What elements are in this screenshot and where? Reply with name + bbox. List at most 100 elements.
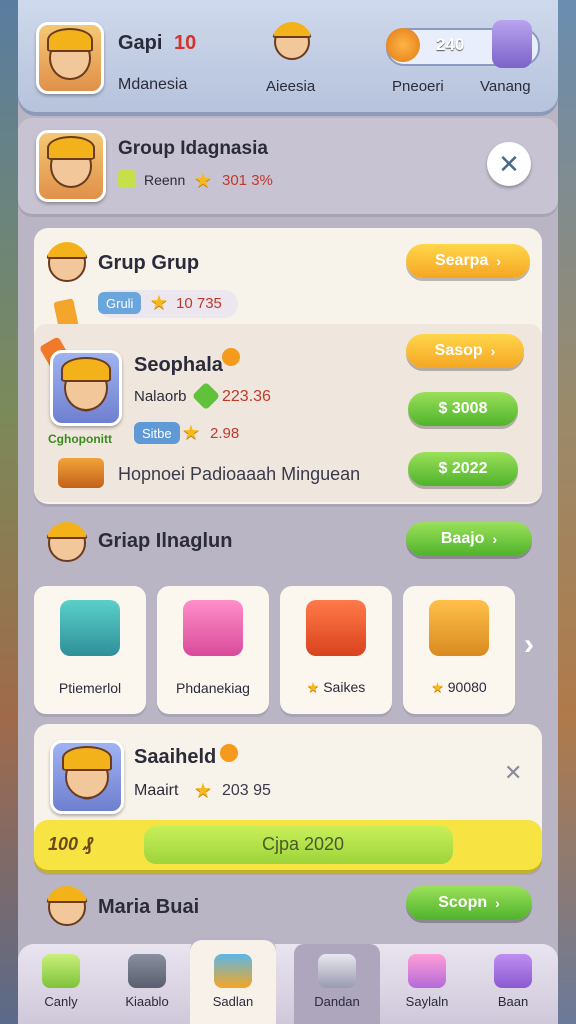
close-icon: ✕ bbox=[498, 148, 520, 179]
star-icon: ★ bbox=[306, 679, 320, 695]
chevron-right-icon: › bbox=[496, 253, 502, 269]
nav-item-gift[interactable]: Saylaln bbox=[384, 944, 470, 1024]
wallet-icon bbox=[58, 458, 104, 488]
shop-tile-1[interactable]: Ptiemerlol bbox=[34, 586, 146, 714]
shop-chest-icon bbox=[214, 954, 252, 988]
nav-label: Saylaln bbox=[405, 994, 449, 1009]
star-icon: ★ bbox=[194, 780, 212, 802]
member-price-button[interactable]: $ 3008 bbox=[408, 392, 518, 426]
nav-label: Sadlan bbox=[212, 994, 254, 1009]
tile-label-text: Saikes bbox=[323, 679, 366, 695]
bottom-nav: Canly Kiaablo Sadlan Dandan Saylaln Baan bbox=[18, 940, 558, 1024]
tile-label: ★ Saikes bbox=[280, 679, 392, 696]
tile-label: ★ 90080 bbox=[403, 679, 515, 696]
coin-icon bbox=[386, 28, 420, 62]
footer-name: Maria Buai bbox=[98, 896, 200, 918]
member-tag: Sitbe bbox=[134, 422, 180, 444]
present-icon bbox=[306, 600, 366, 656]
center-avatar-icon[interactable] bbox=[272, 22, 312, 62]
nav-label: Baan bbox=[497, 994, 529, 1009]
monster-icon[interactable] bbox=[492, 20, 532, 68]
group-card-title: Grup Grup bbox=[98, 252, 200, 274]
book-icon bbox=[494, 954, 532, 988]
shop-tile-4[interactable]: ★ 90080 bbox=[403, 586, 515, 714]
search-button[interactable]: Searpa › bbox=[406, 244, 530, 278]
nav-item-camera[interactable]: Dandan bbox=[294, 944, 380, 1024]
currency-value: 240 bbox=[436, 35, 465, 54]
info-icon bbox=[220, 744, 238, 762]
section-title: Griap Ilnaglun bbox=[98, 530, 233, 552]
badge-icon bbox=[118, 170, 136, 188]
star-icon: ★ bbox=[182, 422, 200, 444]
nav-item-book[interactable]: Baan bbox=[470, 944, 556, 1024]
progress-text: Cjpa 2020 bbox=[262, 834, 345, 854]
group-tag: Gruli bbox=[98, 292, 142, 314]
center-label: Aieesia bbox=[266, 78, 316, 95]
tile-label: Ptiemerlol bbox=[58, 680, 122, 696]
player-avatar[interactable] bbox=[36, 22, 104, 94]
player-face-icon bbox=[46, 28, 94, 80]
footer-button-label: Scopn bbox=[438, 894, 488, 911]
member-face-icon bbox=[61, 356, 111, 412]
section-button-label: Baajo bbox=[440, 530, 485, 547]
saved-value: 203 95 bbox=[222, 782, 271, 799]
right-label-1: Pneoeri bbox=[392, 78, 444, 95]
member-footer: Hopnoei Padioaaah Minguean bbox=[118, 464, 361, 484]
star-icon: ★ bbox=[194, 170, 212, 192]
player-region: Mdanesia bbox=[118, 76, 188, 93]
gift-box-icon bbox=[183, 600, 243, 656]
member-top-button-label: Sasop bbox=[434, 342, 483, 359]
treasure-basket-icon bbox=[429, 600, 489, 656]
scroll-right-icon[interactable]: › bbox=[524, 628, 534, 662]
shop-tile-3[interactable]: ★ Saikes bbox=[280, 586, 392, 714]
star-icon: ★ bbox=[150, 292, 168, 314]
group-header-title: Group Idagnasia bbox=[118, 138, 268, 159]
footer-button[interactable]: Scopn › bbox=[406, 886, 532, 920]
tile-label-text: 90080 bbox=[447, 679, 487, 695]
group-header-sub: Reenn bbox=[144, 172, 186, 188]
tile-label: Phdanekiag bbox=[176, 680, 250, 696]
info-icon bbox=[222, 348, 240, 366]
camera-icon bbox=[318, 954, 356, 988]
chevron-right-icon: › bbox=[490, 343, 496, 359]
search-button-label: Searpa bbox=[434, 252, 489, 269]
member-price-button-2[interactable]: $ 2022 bbox=[408, 452, 518, 486]
nav-label: Kiaablo bbox=[125, 994, 169, 1009]
group-avatar[interactable] bbox=[36, 130, 106, 202]
section-avatar-icon bbox=[46, 522, 88, 564]
chevron-right-icon: › bbox=[495, 895, 500, 911]
shop-tile-2[interactable]: Phdanekiag bbox=[157, 586, 269, 714]
member-caption: Cghoponitt bbox=[48, 432, 112, 446]
close-button[interactable]: ✕ bbox=[487, 142, 531, 186]
nav-label: Dandan bbox=[314, 994, 360, 1009]
member-label-1: Nalaorb bbox=[134, 388, 187, 405]
nav-item-house[interactable]: Kiaablo bbox=[104, 944, 190, 1024]
house-icon bbox=[128, 954, 166, 988]
dismiss-icon[interactable]: ✕ bbox=[504, 760, 522, 786]
gift-icon bbox=[408, 954, 446, 988]
saved-face-icon bbox=[61, 746, 113, 800]
nav-item-shop[interactable]: Sadlan bbox=[190, 940, 276, 1024]
progress-left-label: 100 ₰ bbox=[48, 834, 94, 854]
group-header-score: 301 3% bbox=[222, 172, 273, 189]
section-button[interactable]: Baajo › bbox=[406, 522, 532, 556]
group-card-points: 10 735 bbox=[176, 295, 222, 312]
player-level: 10 bbox=[174, 32, 197, 54]
member-value-1: 223.36 bbox=[222, 388, 271, 405]
member-name: Seophala bbox=[134, 354, 223, 376]
nav-item-home[interactable]: Canly bbox=[18, 944, 104, 1024]
saved-label: Maairt bbox=[134, 782, 179, 799]
group-card-avatar-icon bbox=[46, 242, 88, 284]
saved-name: Saaiheld bbox=[134, 746, 217, 768]
member-avatar[interactable] bbox=[50, 350, 122, 426]
star-icon: ★ bbox=[431, 679, 444, 695]
member-value-2: 2.98 bbox=[210, 425, 240, 442]
player-name: Gapi bbox=[118, 32, 163, 54]
member-top-button[interactable]: Sasop › bbox=[406, 334, 524, 368]
footer-avatar-icon bbox=[46, 886, 88, 928]
play-icon bbox=[60, 600, 120, 656]
nav-label: Canly bbox=[44, 994, 78, 1009]
star-home-icon bbox=[42, 954, 80, 988]
saved-avatar[interactable] bbox=[50, 740, 124, 814]
right-label-2: Vanang bbox=[480, 78, 531, 95]
